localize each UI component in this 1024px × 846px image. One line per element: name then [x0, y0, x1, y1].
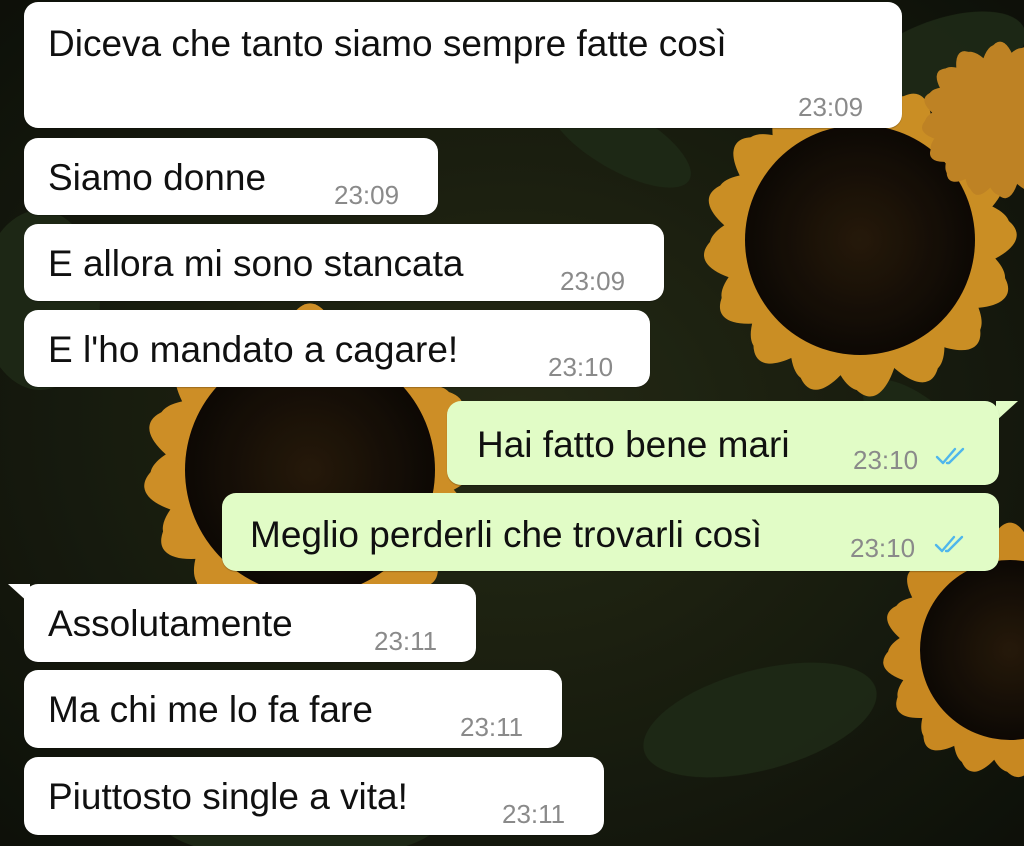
message-text: Diceva che tanto siamo sempre fatte così: [48, 23, 727, 64]
message-text: Ma chi me lo fa fare: [48, 689, 373, 730]
message-bubble[interactable]: E allora mi sono stancata 23:09: [24, 224, 664, 301]
message-timestamp: 23:10: [853, 445, 919, 475]
message-text: Meglio perderli che trovarli così: [250, 514, 763, 555]
chat-thread: Diceva che tanto siamo sempre fatte così…: [0, 0, 1024, 846]
message-timestamp: 23:11: [502, 799, 566, 829]
message-bubble[interactable]: Diceva che tanto siamo sempre fatte così…: [24, 2, 902, 128]
message-text: E allora mi sono stancata: [48, 243, 464, 284]
message-timestamp: 23:09: [560, 266, 626, 296]
message-bubble[interactable]: E l'ho mandato a cagare! 23:10: [24, 310, 650, 387]
message-text: Assolutamente: [48, 603, 293, 644]
double-check-icon: [935, 447, 965, 465]
message-text: Piuttosto single a vita!: [48, 776, 408, 817]
double-check-icon: [934, 535, 964, 553]
message-timestamp: 23:10: [850, 533, 916, 563]
message-text: Hai fatto bene mari: [477, 424, 790, 465]
message-bubble[interactable]: Ma chi me lo fa fare 23:11: [24, 670, 562, 748]
bubble-tail: [996, 401, 1018, 421]
message-timestamp: 23:11: [374, 626, 438, 656]
message-timestamp: 23:09: [798, 92, 864, 122]
message-timestamp: 23:09: [334, 180, 400, 210]
message-bubble[interactable]: Piuttosto single a vita! 23:11: [24, 757, 604, 835]
message-text: Siamo donne: [48, 157, 267, 198]
message-bubble-outgoing[interactable]: Hai fatto bene mari 23:10: [447, 401, 999, 485]
message-timestamp: 23:10: [548, 352, 614, 382]
message-bubble-outgoing[interactable]: Meglio perderli che trovarli così 23:10: [222, 493, 999, 571]
message-bubble[interactable]: Assolutamente 23:11: [24, 584, 476, 662]
message-bubble[interactable]: Siamo donne 23:09: [24, 138, 438, 215]
message-timestamp: 23:11: [460, 712, 524, 742]
message-text: E l'ho mandato a cagare!: [48, 329, 459, 370]
